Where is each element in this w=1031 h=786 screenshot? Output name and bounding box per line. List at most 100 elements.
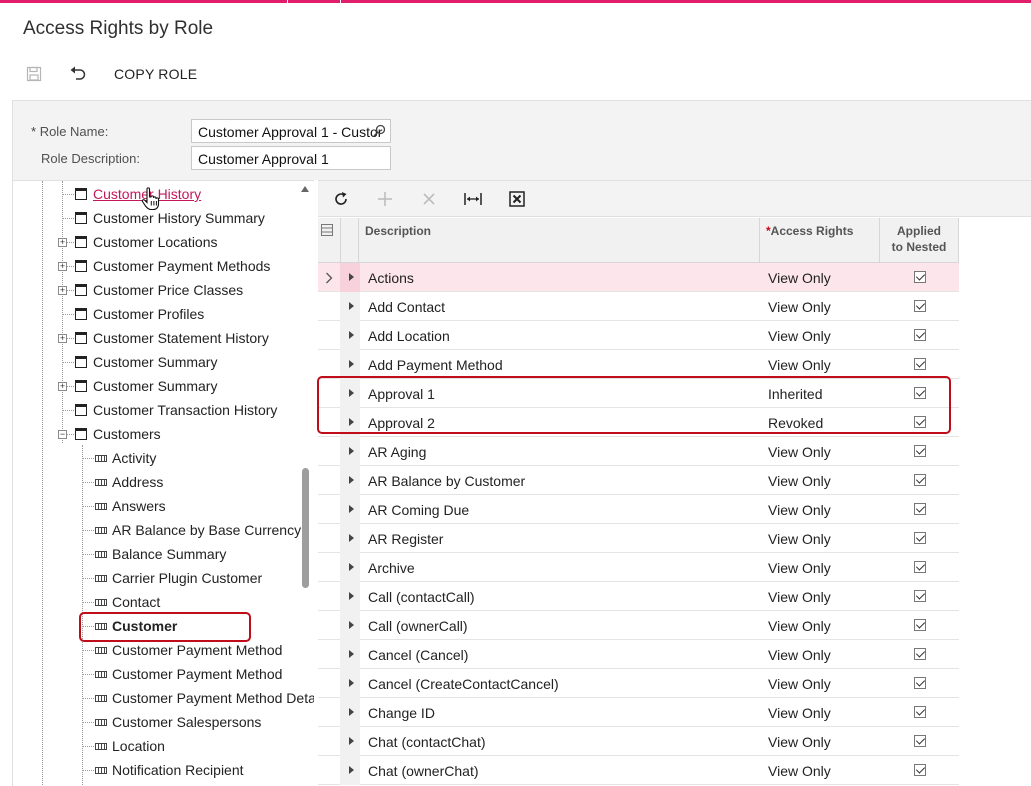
column-settings-icon[interactable] <box>318 218 340 263</box>
tree-item[interactable]: AR Balance by Base Currency <box>95 519 301 541</box>
tree-item[interactable]: Contact <box>95 591 160 613</box>
description-cell[interactable]: Archive <box>368 553 758 582</box>
table-row[interactable]: AR Aging View Only <box>318 437 959 466</box>
expand-row-icon[interactable] <box>349 273 354 281</box>
expand-row-icon[interactable] <box>349 563 354 571</box>
tree-item[interactable]: Customer Salespersons <box>95 711 261 733</box>
description-cell[interactable]: Chat (contactChat) <box>368 727 758 756</box>
tree-scrollbar[interactable] <box>302 468 309 588</box>
table-row[interactable]: AR Balance by Customer View Only <box>318 466 959 495</box>
tree-item[interactable]: Notification Recipient <box>95 759 244 781</box>
table-row[interactable]: Call (ownerCall) View Only <box>318 611 959 640</box>
tree-item[interactable]: Customer Summary <box>75 375 217 397</box>
tree-item[interactable]: Activity <box>95 447 156 469</box>
expand-row-icon[interactable] <box>349 650 354 658</box>
role-name-field[interactable]: Customer Approval 1 - Custor <box>191 119 391 143</box>
tree-item[interactable]: Customer History Summary <box>75 207 265 229</box>
expand-row-icon[interactable] <box>349 592 354 600</box>
access-rights-cell[interactable]: View Only <box>768 524 878 553</box>
access-rights-cell[interactable]: View Only <box>768 756 878 785</box>
applied-to-nested-checkbox[interactable] <box>914 358 926 370</box>
expand-row-icon[interactable] <box>349 360 354 368</box>
access-rights-cell[interactable]: View Only <box>768 263 878 292</box>
applied-to-nested-checkbox[interactable] <box>914 648 926 660</box>
tree-item[interactable]: Customer History <box>75 183 201 205</box>
plus-icon[interactable] <box>372 187 398 211</box>
description-cell[interactable]: Call (ownerCall) <box>368 611 758 640</box>
tree-item[interactable]: Customer Statement History <box>75 327 269 349</box>
row-selector[interactable] <box>318 263 340 292</box>
tree-item[interactable]: Customer Summary <box>75 351 217 373</box>
applied-to-nested-checkbox[interactable] <box>914 590 926 602</box>
column-header-description[interactable]: Description <box>358 218 760 263</box>
row-selector[interactable] <box>318 640 340 669</box>
expand-row-icon[interactable] <box>349 766 354 774</box>
expand-icon[interactable]: + <box>58 382 67 391</box>
tree-item[interactable]: Customer Profiles <box>75 303 204 325</box>
access-rights-cell[interactable]: View Only <box>768 350 878 379</box>
expand-icon[interactable]: + <box>58 262 67 271</box>
description-cell[interactable]: Change ID <box>368 698 758 727</box>
tree-item[interactable]: Answers <box>95 495 166 517</box>
row-selector[interactable] <box>318 321 340 350</box>
applied-to-nested-checkbox[interactable] <box>914 271 926 283</box>
scroll-up-icon[interactable] <box>301 186 309 192</box>
access-rights-cell[interactable]: View Only <box>768 611 878 640</box>
access-rights-cell[interactable]: View Only <box>768 640 878 669</box>
column-header-access-rights[interactable]: *Access Rights <box>759 218 880 263</box>
access-rights-cell[interactable]: View Only <box>768 437 878 466</box>
description-cell[interactable]: Cancel (Cancel) <box>368 640 758 669</box>
tree-item[interactable]: Customer Payment Methods <box>75 255 270 277</box>
tree-item[interactable]: Address <box>95 471 163 493</box>
table-row[interactable]: AR Register View Only <box>318 524 959 553</box>
table-row[interactable]: Add Payment Method View Only <box>318 350 959 379</box>
column-header-applied-to-nested[interactable]: Applied to Nested <box>879 218 959 263</box>
description-cell[interactable]: Cancel (CreateContactCancel) <box>368 669 758 698</box>
table-row[interactable]: Chat (contactChat) View Only <box>318 727 959 756</box>
applied-to-nested-checkbox[interactable] <box>914 764 926 776</box>
role-description-field[interactable]: Customer Approval 1 <box>191 146 391 170</box>
expand-row-icon[interactable] <box>349 737 354 745</box>
applied-to-nested-checkbox[interactable] <box>914 735 926 747</box>
expand-icon[interactable]: + <box>58 286 67 295</box>
description-cell[interactable]: AR Coming Due <box>368 495 758 524</box>
description-cell[interactable]: Chat (ownerChat) <box>368 756 758 785</box>
table-row[interactable]: Add Contact View Only <box>318 292 959 321</box>
undo-icon[interactable] <box>67 63 89 85</box>
table-row[interactable]: Call (contactCall) View Only <box>318 582 959 611</box>
tree-item[interactable]: Customer Locations <box>75 231 218 253</box>
search-icon[interactable] <box>373 124 386 140</box>
expand-row-icon[interactable] <box>349 447 354 455</box>
tree-item[interactable]: Customer Payment Method <box>95 639 282 661</box>
table-row[interactable]: Archive View Only <box>318 553 959 582</box>
applied-to-nested-checkbox[interactable] <box>914 329 926 341</box>
excel-export-icon[interactable] <box>504 187 530 211</box>
fit-width-icon[interactable] <box>460 187 486 211</box>
expand-row-icon[interactable] <box>349 302 354 310</box>
description-cell[interactable]: Add Location <box>368 321 758 350</box>
applied-to-nested-checkbox[interactable] <box>914 619 926 631</box>
row-selector[interactable] <box>318 292 340 321</box>
tree-item[interactable]: Customer Payment Method Deta <box>95 687 314 709</box>
access-rights-cell[interactable]: View Only <box>768 669 878 698</box>
expand-row-icon[interactable] <box>349 331 354 339</box>
row-selector[interactable] <box>318 553 340 582</box>
table-row[interactable]: Chat (ownerChat) View Only <box>318 756 959 785</box>
tree-item[interactable]: Customer Payment Method <box>95 663 282 685</box>
tree-item[interactable]: Customers <box>75 423 161 445</box>
expand-row-icon[interactable] <box>349 621 354 629</box>
expand-icon[interactable]: + <box>58 334 67 343</box>
refresh-icon[interactable] <box>328 187 354 211</box>
row-selector[interactable] <box>318 495 340 524</box>
row-selector[interactable] <box>318 698 340 727</box>
row-selector[interactable] <box>318 466 340 495</box>
tree-item[interactable]: Customer Price Classes <box>75 279 243 301</box>
row-selector[interactable] <box>318 756 340 785</box>
row-selector[interactable] <box>318 727 340 756</box>
description-cell[interactable]: AR Balance by Customer <box>368 466 758 495</box>
row-selector[interactable] <box>318 350 340 379</box>
save-icon[interactable] <box>23 63 45 85</box>
applied-to-nested-checkbox[interactable] <box>914 300 926 312</box>
table-row[interactable]: Cancel (CreateContactCancel) View Only <box>318 669 959 698</box>
applied-to-nested-checkbox[interactable] <box>914 532 926 544</box>
